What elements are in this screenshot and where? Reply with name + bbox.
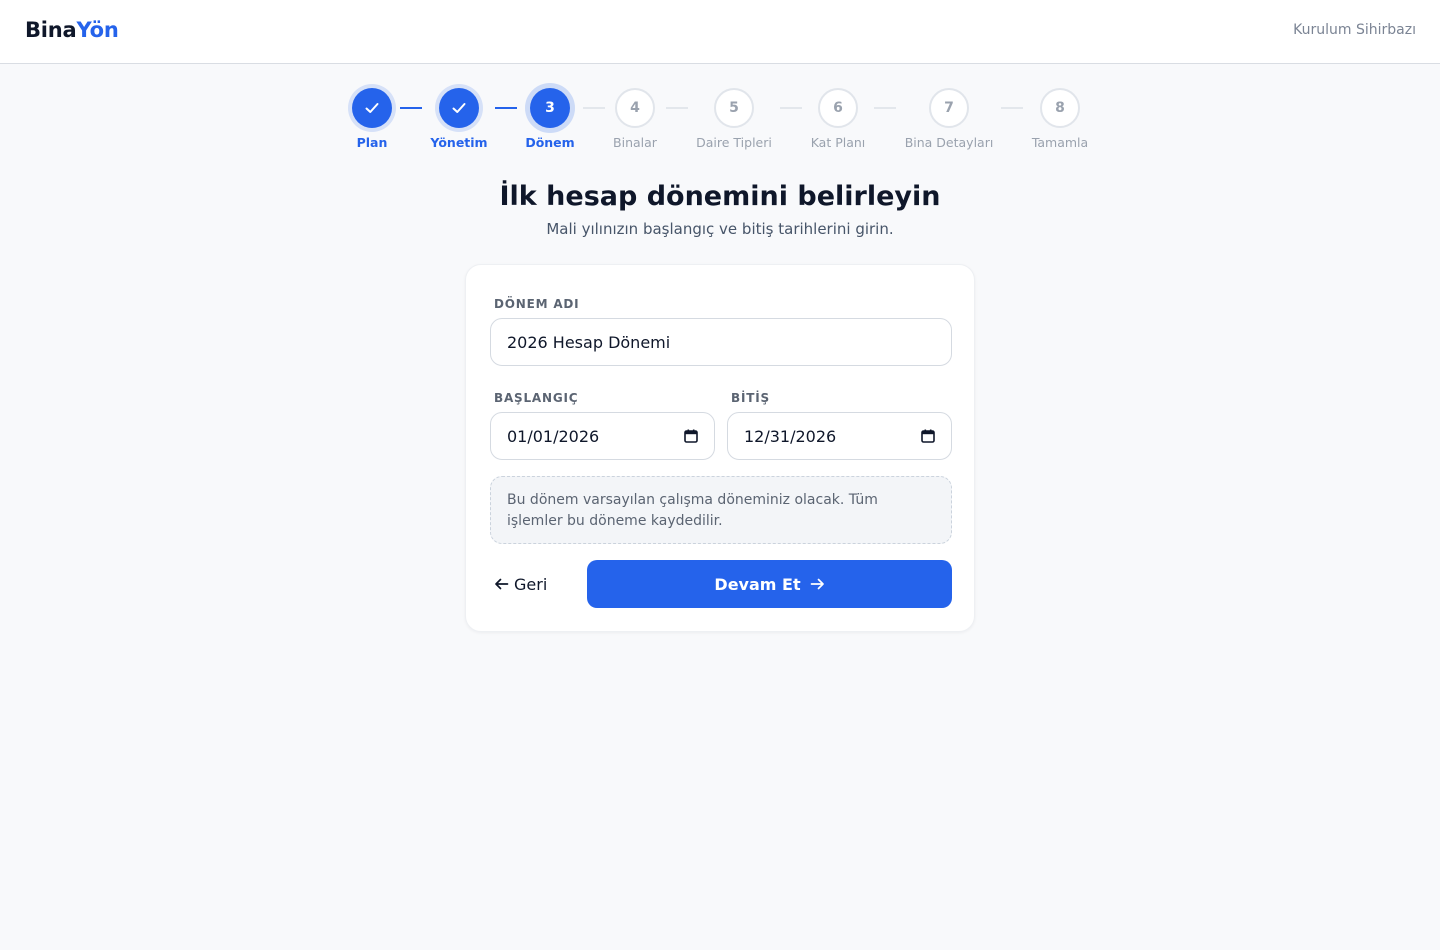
check-icon <box>365 103 379 113</box>
period-name-input[interactable]: 2026 Hesap Dönemi <box>490 318 952 366</box>
wizard-label: Kurulum Sihirbazı <box>1293 22 1416 38</box>
continue-button[interactable]: Devam Et <box>587 560 952 608</box>
end-date-input[interactable]: 12/31/2026 <box>727 412 952 460</box>
page-title: İlk hesap dönemini belirleyin <box>499 181 941 212</box>
step-number: 5 <box>714 88 754 128</box>
step-label: Tamamla <box>1031 135 1089 150</box>
step-number: 3 <box>530 88 570 128</box>
arrow-left-icon <box>495 578 509 590</box>
step-number: 8 <box>1040 88 1080 128</box>
period-name-label: DÖNEM ADI <box>494 297 580 311</box>
back-button-label: Geri <box>514 574 548 594</box>
period-name-value: 2026 Hesap Dönemi <box>507 332 671 352</box>
brand-primary: Bina <box>25 18 77 42</box>
step-daire-tipleri[interactable]: 5 Daire Tipleri <box>674 88 794 150</box>
start-date-label: BAŞLANGIÇ <box>494 391 579 405</box>
step-kat-plani[interactable]: 6 Kat Planı <box>778 88 898 150</box>
step-number: 7 <box>929 88 969 128</box>
top-bar: BinaYön Kurulum Sihirbazı <box>0 0 1440 64</box>
calendar-icon[interactable] <box>921 429 935 443</box>
brand-accent: Yön <box>76 18 119 42</box>
step-number: 4 <box>615 88 655 128</box>
step-label: Bina Detayları <box>904 135 994 150</box>
step-tamamla[interactable]: 8 Tamamla <box>1000 88 1120 150</box>
step-number: 6 <box>818 88 858 128</box>
start-date-value: 01/01/2026 <box>507 426 600 446</box>
check-icon <box>452 103 466 113</box>
start-date-input[interactable]: 01/01/2026 <box>490 412 715 460</box>
step-check-circle <box>352 88 392 128</box>
continue-button-label: Devam Et <box>714 574 801 594</box>
calendar-icon[interactable] <box>684 429 698 443</box>
step-label: Daire Tipleri <box>696 135 772 150</box>
arrow-right-icon <box>810 578 824 590</box>
period-form-card: DÖNEM ADI 2026 Hesap Dönemi BAŞLANGIÇ 01… <box>465 264 975 632</box>
step-label: Kat Planı <box>810 135 866 150</box>
back-button[interactable]: Geri <box>494 560 584 608</box>
step-bina-detaylari[interactable]: 7 Bina Detayları <box>889 88 1009 150</box>
info-notice: Bu dönem varsayılan çalışma döneminiz ol… <box>490 476 952 544</box>
step-check-circle <box>439 88 479 128</box>
end-date-label: BİTİŞ <box>731 391 770 405</box>
end-date-value: 12/31/2026 <box>744 426 837 446</box>
brand-logo[interactable]: BinaYön <box>25 18 119 42</box>
page-subtitle: Mali yılınızın başlangıç ve bitiş tarihl… <box>546 220 894 238</box>
